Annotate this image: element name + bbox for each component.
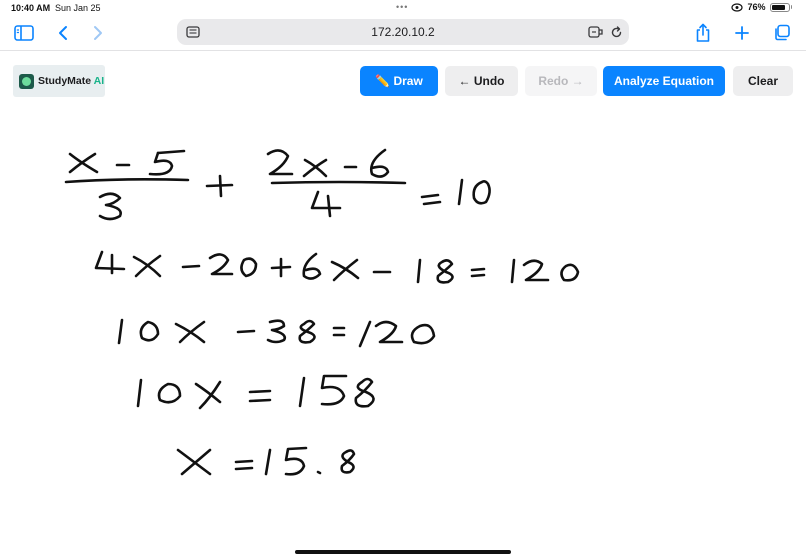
battery-icon (769, 2, 790, 12)
extension-icon[interactable] (587, 24, 603, 40)
reload-icon[interactable] (608, 24, 624, 40)
address-bar[interactable]: 172.20.10.2 (177, 19, 629, 45)
drawing-canvas[interactable]: (x - 5)/3 + (2x - 6)/4 = 10 4x - 20 + 6x… (0, 110, 806, 540)
handwriting-line-4: 10x = 158 (136, 374, 375, 410)
back-icon[interactable] (52, 22, 74, 44)
handwriting-line-3: 10x - 38 = 120 (117, 318, 436, 348)
logo-mark-icon (19, 73, 34, 89)
tabs-overview-icon[interactable] (771, 22, 793, 44)
logo-name: StudyMate AI (38, 75, 105, 87)
handwriting-line-5: x = 15.8 (176, 446, 356, 476)
draw-button[interactable]: ✏️ Draw (360, 66, 438, 96)
app-logo: StudyMate AI (13, 65, 105, 97)
handwriting-line-1: (x - 5)/3 + (2x - 6)/4 = 10 (64, 148, 491, 221)
forward-icon[interactable] (87, 22, 109, 44)
status-bar: 10:40 AM Sun Jan 25 ••• 76% (0, 0, 806, 16)
redo-button[interactable]: Redo → (525, 66, 597, 96)
clear-button[interactable]: Clear (733, 66, 793, 96)
share-icon[interactable] (692, 22, 714, 44)
home-indicator[interactable] (295, 550, 511, 554)
new-tab-icon[interactable] (731, 22, 753, 44)
status-indicators: 76% (731, 2, 792, 12)
logo-suffix: AI (93, 75, 105, 87)
browser-toolbar: 172.20.10.2 (0, 16, 806, 50)
sidebar-toggle-icon[interactable] (13, 22, 35, 44)
url-text: 172.20.10.2 (371, 25, 435, 39)
focus-icon (731, 2, 744, 12)
browser-divider (0, 50, 806, 51)
handwriting-strokes: (x - 5)/3 + (2x - 6)/4 = 10 4x - 20 + 6x… (64, 148, 580, 476)
handwriting-line-2: 4x - 20 + 6x - 18 = 120 (94, 250, 580, 284)
status-date: Sun Jan 25 (55, 3, 101, 13)
status-time: 10:40 AM (11, 3, 51, 13)
multitasking-dots-icon[interactable]: ••• (396, 2, 408, 12)
undo-button[interactable]: ← Undo (445, 66, 518, 96)
analyze-equation-button[interactable]: Analyze Equation (603, 66, 725, 96)
battery-percent: 76% (747, 2, 766, 12)
